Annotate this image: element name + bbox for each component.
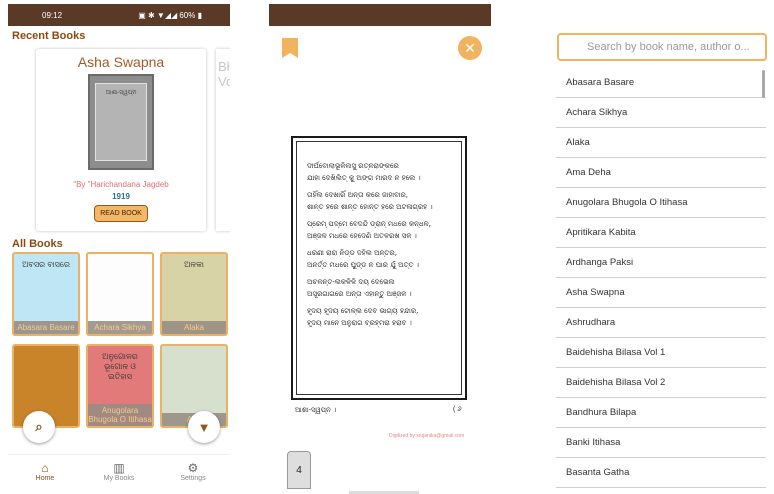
page-text-line: ଯାହା ଦେଖିଲିତ୍ କୁ ଅଙ୍ଗ ମାରଦ ନ ହଲେ । — [307, 174, 421, 182]
book-list: Abasara Basare Achara Sikhya Alaka Ama Deha… — [556, 68, 766, 488]
status-bar: 09:12 ▣ ✱ ▼◢◢ 60% ▮ — [8, 4, 230, 26]
book-list-item[interactable]: Abasara Basare — [556, 68, 766, 98]
book-list-item[interactable]: Alaka — [556, 128, 766, 158]
filter-fab[interactable]: ▼ — [188, 411, 220, 443]
stanza-gap — [307, 213, 455, 218]
recent-books-title: Recent Books — [12, 30, 86, 42]
recent-book-cover[interactable]: ଆଶା-ସ୍ୱପ୍ନ — [88, 74, 154, 170]
book-list-item[interactable]: Asha Swapna — [556, 278, 766, 308]
nav-settings-label: Settings — [180, 475, 206, 482]
recent-book-title: Asha Swapna — [77, 54, 165, 70]
book-tile-label: Anugolara Bhugola O Itihasa — [88, 404, 152, 426]
recent-book-cover-text: ଆଶା-ସ୍ୱପ୍ନ — [95, 83, 147, 161]
book-list-item[interactable]: Basanta Gatha — [556, 458, 766, 488]
book-list-item[interactable]: Ardhanga Paksi — [556, 248, 766, 278]
status-time: 09:12 — [42, 10, 63, 20]
filter-icon: ▼ — [197, 419, 211, 435]
page-text-line: ହୃଦୟ ହୃଦୟ ଟୋଳ୍ଲ ଦେବ ଭାଗ୍ୟ ହନ୍ଦାର, — [307, 307, 419, 315]
book-list-item[interactable]: Baidehisha Bilasa Vol 2 — [556, 368, 766, 398]
page-text-line: ଅଞ୍ଜଳ ମଧରେ ହେଦେଣି ଅତଳରଖ ସଳ । — [307, 232, 417, 240]
page-text-line: ଧରଣୀ ରାରା ନିଡ୍ଡ ଦହିଲ ଅନ୍ତର, — [307, 249, 397, 257]
book-tile-cover-text — [14, 346, 78, 358]
stanza-gap — [307, 300, 455, 305]
page-footer-title: ଆଶା-ସ୍ୱପ୍ନ । — [295, 406, 337, 414]
search-input[interactable]: Search by book name, author o... — [557, 33, 767, 61]
page-text-line: ଶାନ୍ତ ହରେ ଶାନ୍ତ ହୋନ୍ତ ହରେ ଅଟଳାଗ୍ରହ । — [307, 203, 433, 211]
page-text-line: ତାହିଁଲ ଦେଖାରିଁ ଅନ୍ତା କରେ ଜାହାବାର, — [307, 191, 409, 199]
status-icons: ▣ ✱ ▼◢◢ 60% ▮ — [138, 10, 202, 20]
book-list-item[interactable]: Anugolara Bhugola O Itihasa — [556, 188, 766, 218]
page-footer-number: ( ୬ — [453, 406, 462, 413]
book-tile-cover-text: ଅନୁଗୋଳର ଭୂଗୋଳ ଓ ଇତିହାସ — [102, 352, 138, 381]
recent-book-author: "By "Harichandana Jagdeb — [73, 180, 169, 189]
book-tile-label: Alaka — [162, 321, 226, 334]
nav-my-books-label: My Books — [103, 475, 135, 482]
book-list-item[interactable]: Baidehisha Bilasa Vol 1 — [556, 338, 766, 368]
book-tile[interactable]: ଅଳକା Alaka — [160, 252, 228, 336]
book-tile[interactable]: ଅବସର ବାସରେ Abasara Basare — [12, 252, 80, 336]
book-list-item[interactable]: Apritikara Kabita — [556, 218, 766, 248]
page-text-line: ଦୀର୍ଘବୋଲାଭୂଳିଲସୁ ରତ୍ନରାଙ୍କରେ — [307, 162, 399, 170]
close-icon: ✕ — [464, 39, 476, 56]
all-books-title: All Books — [12, 238, 63, 250]
stanza-gap — [307, 242, 455, 247]
book-list-item[interactable]: Ashrudhara — [556, 308, 766, 338]
search-icon: ⌕ — [35, 419, 43, 434]
stanza-gap — [307, 184, 455, 189]
book-list-item[interactable]: Achara Sikhya — [556, 98, 766, 128]
page-text-line: ଅସ୍ତ୍ରଗାଗରେ ଅନ୍ତା ଏହାନ୍ତୁ ଅଞ୍ଜଳ । — [307, 290, 412, 298]
book-list-item[interactable]: Banki Itihasa — [556, 428, 766, 458]
nav-settings[interactable]: ⚙ Settings — [156, 455, 230, 494]
home-icon: ⌂ — [41, 461, 49, 475]
page-text-line: ଅଚଳନ୍ତ-ଲକଳିଳି ଦୟ ଦେଭେଲ — [307, 278, 395, 286]
nav-home[interactable]: ⌂ Home — [8, 455, 82, 494]
recent-book-year: 1919 — [112, 192, 130, 201]
books-icon: ▥ — [113, 461, 125, 475]
bottom-navigation: ⌂ Home ▥ My Books ⚙ Settings — [8, 454, 230, 494]
book-page: ଦୀର୍ଘବୋଲାଭୂଳିଲସୁ ରତ୍ନରାଙ୍କରେ ଯାହା ଦେଖିଲିତ… — [291, 136, 467, 400]
page-text-line: ହୃଦୟ ମାନେ ଅନୁରାଗ ବ୍ରହ୍ମରା ହରାବ । — [307, 319, 412, 327]
search-fab[interactable]: ⌕ — [23, 411, 55, 443]
reader-top-bar — [269, 4, 491, 26]
book-tile-label: Achara Sikhya — [88, 321, 152, 334]
book-tile-cover-text — [88, 254, 152, 266]
page-text-line: ପ୍ରେମ୍ ପଦ୍ମେ ବେଦନ୍ଦି ଡ୍ରାନ୍ ମଧରେ କନ୍ଧଳ, — [307, 220, 431, 228]
digitized-credit: Digitized by srujanika@gmail.com — [389, 433, 465, 439]
home-screen: 09:12 ▣ ✱ ▼◢◢ 60% ▮ Recent Books Asha Sw… — [8, 4, 230, 494]
nav-home-label: Home — [35, 475, 55, 482]
page-text-line: ଅନର୍ତ୍ତ ମଧରେ ଘୁଡ୍ଡ ନ ଘାର ଯୁଁ ଅତ୍ତ । — [307, 261, 419, 269]
bookmark-icon[interactable] — [282, 38, 298, 58]
read-book-button[interactable]: READ BOOK — [94, 205, 148, 222]
recent-book-card[interactable]: Asha Swapna ଆଶା-ସ୍ୱପ୍ନ "By "Harichandana… — [36, 49, 206, 231]
list-scrollbar[interactable] — [762, 70, 765, 98]
page-number-indicator[interactable]: 4 — [287, 451, 311, 489]
battery-level: 60% — [179, 10, 196, 20]
reader-screen: ✕ ଦୀର୍ଘବୋଲାଭୂଳିଲସୁ ରତ୍ନରାଙ୍କରେ ଯାହା ଦେଖିଲ… — [269, 4, 491, 494]
book-tile-cover-text: ଅଳକା — [184, 260, 204, 269]
book-tile[interactable]: Achara Sikhya — [86, 252, 154, 336]
search-screen: Search by book name, author o... Abasara… — [549, 4, 771, 494]
book-tile-label: Abasara Basare — [14, 321, 78, 334]
gear-icon: ⚙ — [187, 461, 199, 475]
stanza-gap — [307, 271, 455, 276]
book-tile[interactable]: ଅନୁଗୋଳର ଭୂଗୋଳ ଓ ଇତିହାସ Anugolara Bhugola … — [86, 344, 154, 428]
book-tile-cover-text: ଅବସର ବାସରେ — [22, 260, 70, 269]
close-button[interactable]: ✕ — [458, 36, 482, 60]
recent-book-card-next[interactable]: Bł Vo — [216, 49, 230, 231]
book-tile-cover-text — [162, 346, 226, 358]
nav-my-books[interactable]: ▥ My Books — [82, 455, 156, 494]
book-list-item[interactable]: Bandhura Bilapa — [556, 398, 766, 428]
book-list-item[interactable]: Ama Deha — [556, 158, 766, 188]
